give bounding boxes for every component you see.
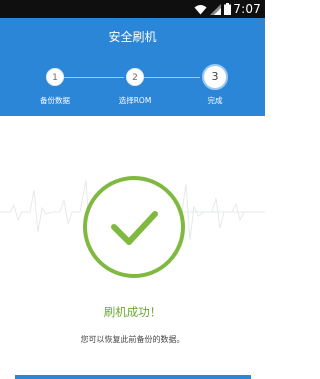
step-2-label: 选择ROM <box>118 96 152 105</box>
success-description: 您可以恢复此前备份的数据。 <box>80 335 185 344</box>
battery-icon <box>224 0 231 19</box>
signal-icon <box>210 0 221 19</box>
step-3-indicator: 3 <box>202 64 228 90</box>
step-connector <box>64 77 124 78</box>
progress-stepper: 1 2 3 备份数据 选择ROM 完成 <box>0 62 265 112</box>
page-title: 安全刷机 <box>108 30 157 44</box>
step-1-label: 备份数据 <box>40 96 70 105</box>
bottom-action-bar[interactable] <box>15 375 251 379</box>
status-time: 7:07 <box>233 2 261 16</box>
header: 安全刷机 1 2 3 备份数据 选择ROM 完成 <box>0 18 265 116</box>
success-title: 刷机成功！ <box>103 305 162 319</box>
status-bar: 7:07 <box>0 0 265 18</box>
flash-success-screen: 7:07 安全刷机 1 2 3 备份数据 选择ROM 完成 刷机成功！ 您可以恢… <box>0 0 265 379</box>
success-badge <box>83 176 185 278</box>
wifi-icon <box>194 0 207 19</box>
checkmark-icon <box>111 211 158 245</box>
step-connector <box>144 77 200 78</box>
status-icons <box>194 2 231 15</box>
step-3-label: 完成 <box>207 96 223 105</box>
step-1-indicator: 1 <box>46 68 64 86</box>
step-2-indicator: 2 <box>126 68 144 86</box>
